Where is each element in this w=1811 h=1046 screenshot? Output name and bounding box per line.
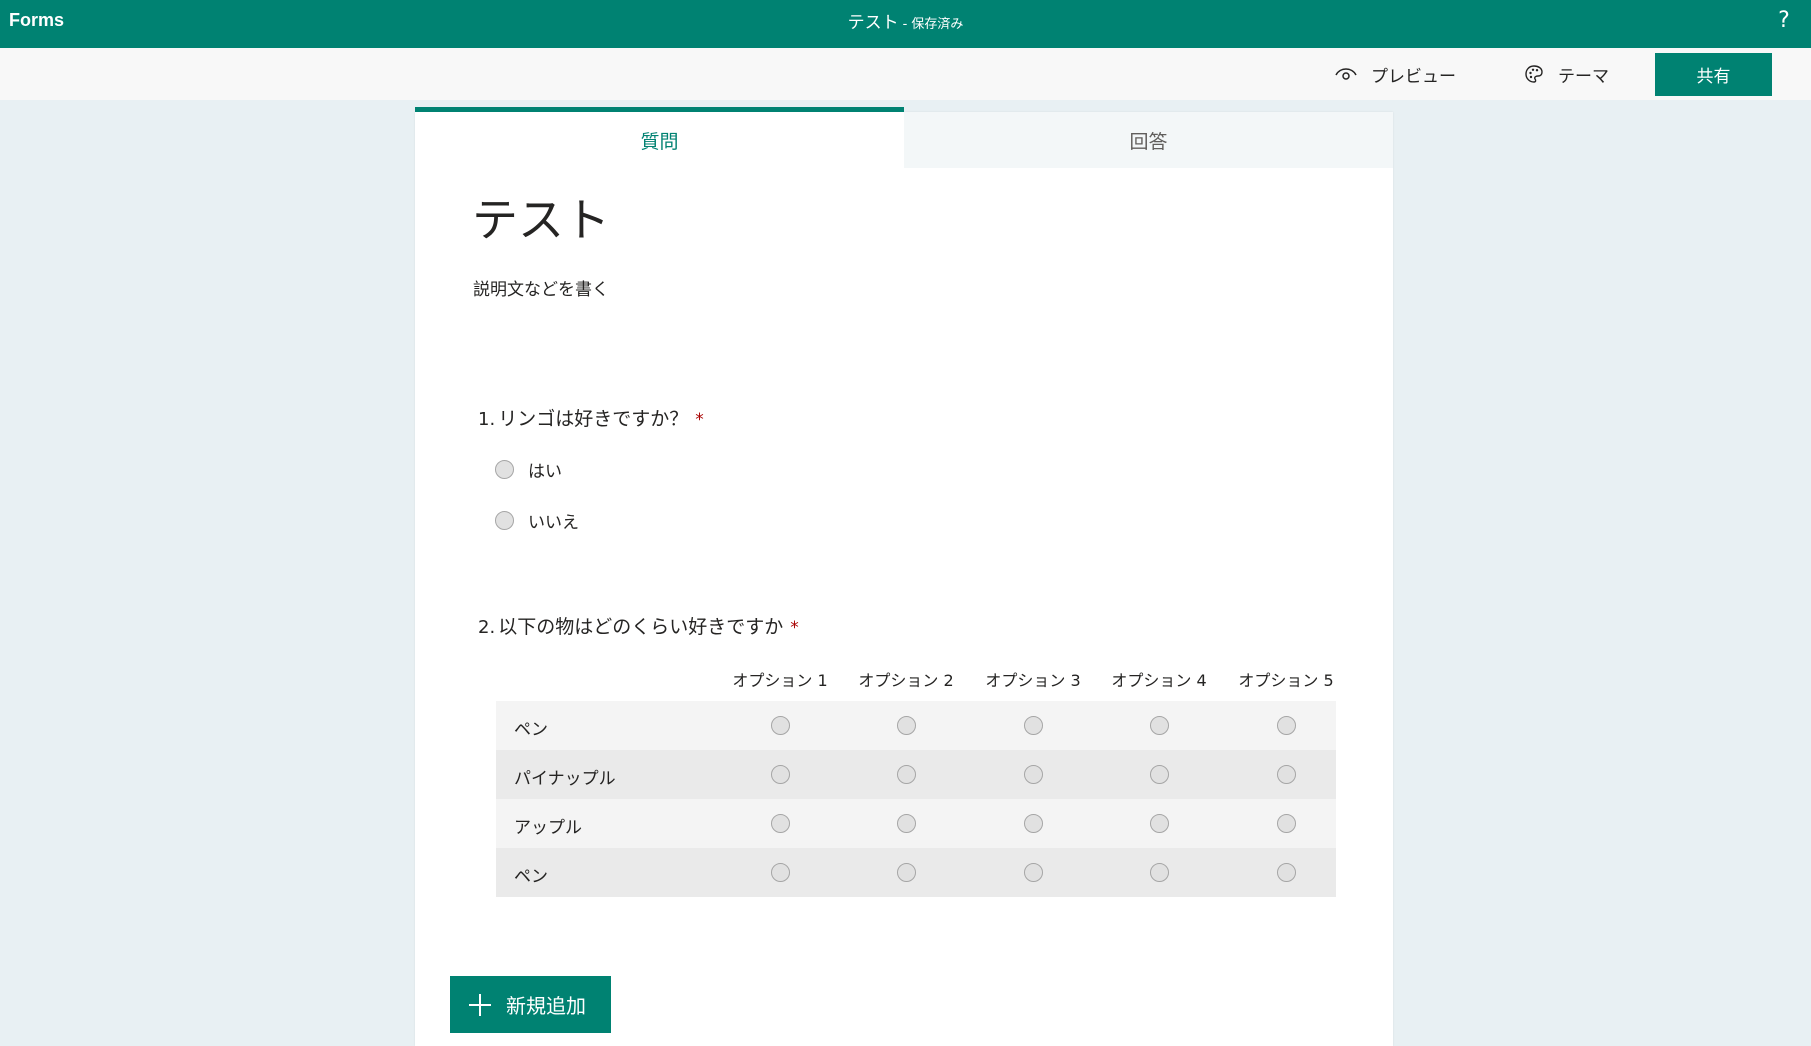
grid-cell[interactable] [843,863,969,882]
grid-cell[interactable] [1096,716,1222,735]
grid-cell[interactable] [970,765,1096,784]
grid-cell[interactable] [717,863,843,882]
header-form-name: テスト [847,13,899,33]
grid-header: オプション 1 オプション 2 オプション 3 オプション 4 オプション 5 [496,667,1336,695]
grid-row-label: アップル [514,818,582,838]
grid-column-header: オプション 3 [985,671,1081,690]
tab-questions[interactable]: 質問 [415,107,904,168]
preview-label: プレビュー [1371,66,1456,87]
app-header: Forms テスト - 保存済み ? [0,0,1811,48]
question-text: 以下の物はどのくらい好きですか [498,616,784,638]
grid-row: パイナップル [496,750,1336,799]
tab-responses[interactable]: 回答 [904,112,1393,168]
eye-icon [1335,68,1357,80]
grid-column-header: オプション 2 [858,671,954,690]
grid-cell[interactable] [717,814,843,833]
grid-cell[interactable] [1223,863,1349,882]
question-number: 2. [478,617,496,638]
add-new-button[interactable]: 新規追加 [450,976,611,1033]
grid-row-label: ペン [514,867,548,887]
grid-cell[interactable] [1223,716,1349,735]
grid-cell[interactable] [1223,765,1349,784]
required-mark: * [790,618,799,638]
grid-row: アップル [496,799,1336,848]
radio-button[interactable] [1276,863,1296,882]
radio-button[interactable] [495,460,514,479]
share-button[interactable]: 共有 [1655,53,1772,96]
radio-button[interactable] [1023,814,1043,833]
radio-button[interactable] [896,716,916,735]
grid-column-header: オプション 4 [1111,671,1207,690]
grid-cell[interactable] [1096,863,1222,882]
radio-button[interactable] [1149,814,1169,833]
radio-button[interactable] [1149,765,1169,784]
choice-option[interactable]: いいえ [495,508,579,533]
preview-button[interactable]: プレビュー [1335,60,1456,88]
form-name-header: テスト - 保存済み [0,8,1811,33]
theme-button[interactable]: テーマ [1524,60,1609,88]
form-description[interactable]: 説明文などを書く [473,275,609,300]
radio-button[interactable] [1149,863,1169,882]
add-new-label: 新規追加 [506,994,586,1018]
grid-row-label: ペン [514,720,548,740]
palette-icon [1525,65,1543,83]
choice-option[interactable]: はい [495,457,562,482]
grid-row: ペン [496,848,1336,897]
grid-row: ペン [496,701,1336,750]
grid-column-header: オプション 5 [1238,671,1334,690]
radio-button[interactable] [770,814,790,833]
radio-button[interactable] [896,765,916,784]
grid-row-label: パイナップル [514,769,616,789]
grid-cell[interactable] [843,765,969,784]
radio-button[interactable] [1023,765,1043,784]
help-button[interactable]: ? [1769,6,1799,36]
grid-cell[interactable] [843,716,969,735]
radio-button[interactable] [495,511,514,530]
header-separator: - [902,17,908,32]
choice-label: いいえ [528,513,579,533]
grid-column-header: オプション 1 [732,671,828,690]
grid-cell[interactable] [1096,814,1222,833]
radio-button[interactable] [770,863,790,882]
grid-cell[interactable] [843,814,969,833]
question-number: 1. [478,409,496,430]
grid-cell[interactable] [1223,814,1349,833]
grid-cell[interactable] [970,814,1096,833]
save-status: 保存済み [911,17,964,32]
radio-button[interactable] [1149,716,1169,735]
grid-cell[interactable] [1096,765,1222,784]
choice-label: はい [528,462,562,482]
required-mark: * [695,410,704,430]
radio-button[interactable] [1276,765,1296,784]
radio-button[interactable] [770,716,790,735]
question-2-title[interactable]: 2. 以下の物はどのくらい好きですか * [478,612,799,639]
radio-button[interactable] [1276,716,1296,735]
grid-cell[interactable] [717,765,843,784]
plus-icon [469,993,491,1016]
form-card: 質問 回答 テスト 説明文などを書く 1. リンゴは好きですか？ * はい いいえ … [415,107,1393,1046]
question-text: リンゴは好きですか？ [498,408,689,430]
radio-button[interactable] [1276,814,1296,833]
question-1-title[interactable]: 1. リンゴは好きですか？ * [478,404,704,431]
form-title[interactable]: テスト [472,184,610,250]
grid-cell[interactable] [970,863,1096,882]
grid-cell[interactable] [717,716,843,735]
radio-button[interactable] [770,765,790,784]
radio-button[interactable] [1023,716,1043,735]
radio-button[interactable] [1023,863,1043,882]
theme-label: テーマ [1558,66,1609,87]
toolbar: プレビュー テーマ 共有 [0,48,1811,100]
radio-button[interactable] [896,814,916,833]
radio-button[interactable] [896,863,916,882]
grid-cell[interactable] [970,716,1096,735]
